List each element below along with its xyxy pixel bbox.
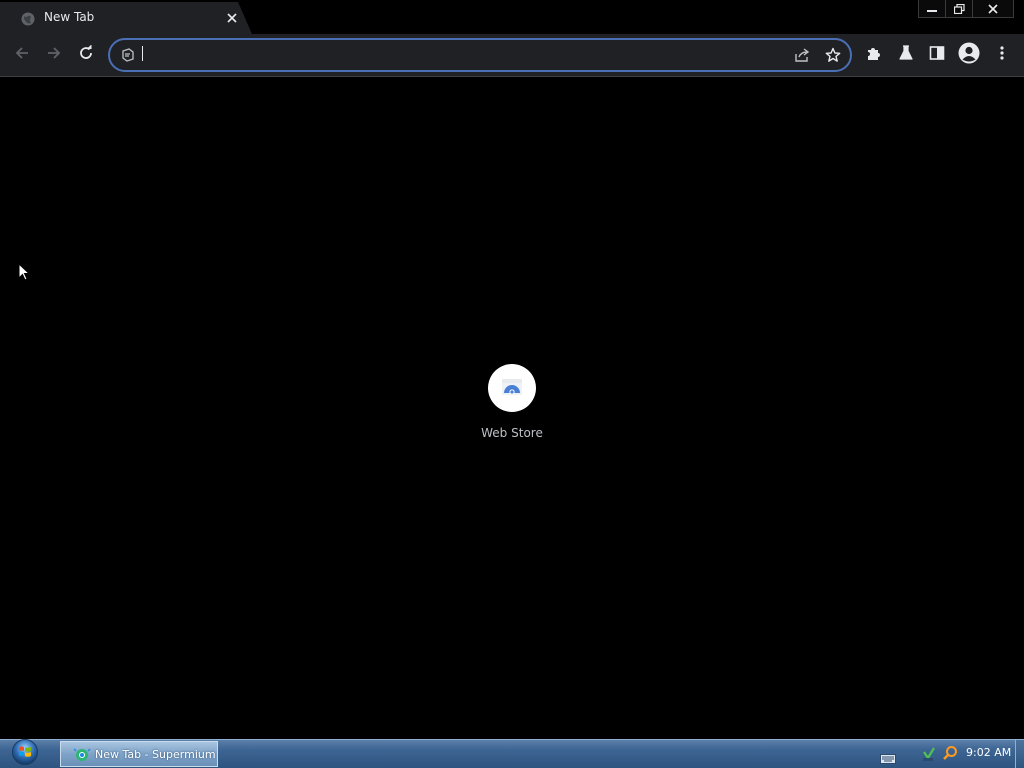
system-clock[interactable]: 9:02 AM: [966, 746, 1011, 759]
close-window-button[interactable]: [972, 0, 1014, 18]
labs-button[interactable]: [893, 42, 919, 68]
page-icon: [121, 47, 135, 66]
reload-button[interactable]: [73, 42, 99, 68]
restore-icon: [953, 0, 965, 18]
keyboard-icon[interactable]: [880, 749, 896, 768]
minimize-button[interactable]: [918, 0, 946, 18]
search-icon[interactable]: [942, 745, 958, 765]
web-store-icon: [500, 375, 524, 401]
shortcut-icon-circle: [488, 364, 536, 412]
address-bar[interactable]: [108, 38, 852, 72]
mouse-pointer-icon: [18, 262, 31, 285]
shortcut-web-store[interactable]: Web Store: [466, 364, 558, 444]
window-controls: [918, 0, 1014, 18]
tab-title: New Tab: [44, 10, 95, 24]
supermium-icon: [73, 747, 91, 761]
start-button[interactable]: [8, 738, 42, 768]
show-desktop-button[interactable]: [1015, 740, 1024, 768]
back-button[interactable]: [9, 42, 35, 68]
forward-button[interactable]: [41, 42, 67, 68]
omnibox-input[interactable]: [142, 46, 782, 64]
taskbar-button-supermium[interactable]: New Tab - Supermium: [60, 741, 218, 767]
windows-start-orb-icon: [11, 738, 39, 768]
tab-new-tab[interactable]: New Tab: [0, 2, 252, 34]
tab-strip: New Tab: [0, 0, 1024, 34]
side-panel-icon: [929, 45, 945, 65]
star-icon[interactable]: [825, 47, 841, 67]
kebab-menu-icon: [1000, 45, 1004, 65]
text-caret: [142, 46, 143, 61]
profile-button[interactable]: [956, 42, 982, 68]
extensions-button[interactable]: [861, 42, 887, 68]
avatar-icon: [958, 42, 980, 68]
network-icon[interactable]: [922, 746, 936, 766]
new-tab-page: Web Store: [0, 77, 1024, 739]
reload-icon: [78, 45, 94, 65]
globe-icon: [21, 11, 35, 26]
taskbar: New Tab - Supermium 9:02 AM: [0, 739, 1024, 768]
desktop-screen: New Tab Web Store New Tab - Supermium 9:…: [0, 0, 1024, 768]
arrow-right-icon: [46, 45, 62, 65]
browser-toolbar: [0, 34, 1024, 77]
puzzle-icon: [866, 45, 882, 65]
taskbar-button-label: New Tab - Supermium: [95, 747, 216, 761]
close-icon[interactable]: [223, 9, 241, 27]
share-icon[interactable]: [793, 47, 811, 67]
menu-button[interactable]: [989, 42, 1015, 68]
restore-button[interactable]: [945, 0, 973, 18]
side-panel-button[interactable]: [924, 42, 950, 68]
arrow-left-icon: [14, 45, 30, 65]
close-icon: [988, 0, 998, 18]
shortcut-label: Web Store: [481, 426, 543, 440]
flask-icon: [898, 45, 914, 65]
minimize-icon: [927, 0, 937, 18]
